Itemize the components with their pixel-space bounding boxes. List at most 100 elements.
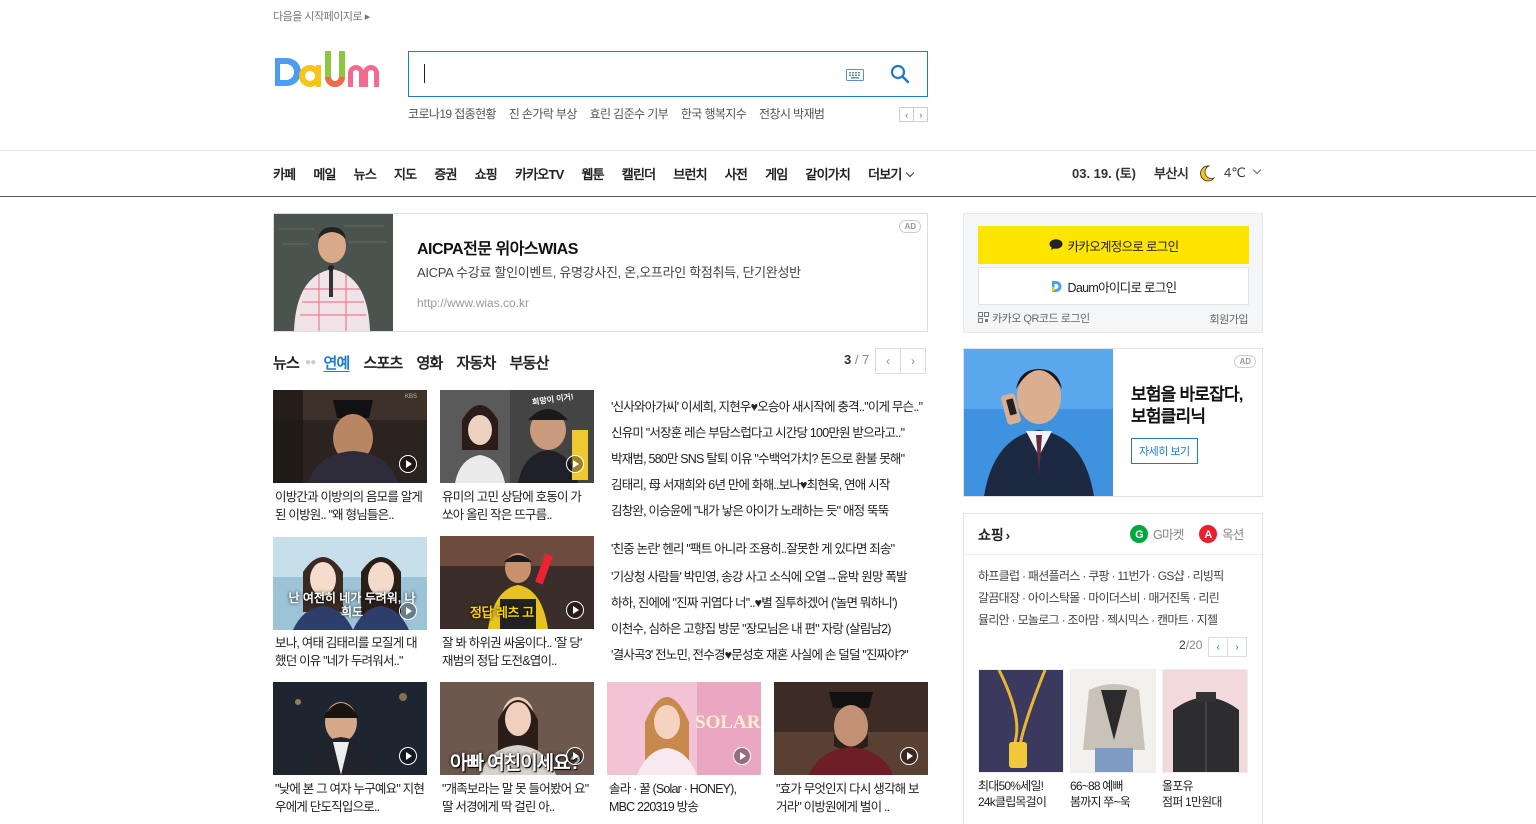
trend-keyword[interactable]: 진 손가락 부상 xyxy=(509,107,578,121)
product-caption[interactable]: 66~88 예뻐 봄까지 쭈~욱 xyxy=(1070,778,1160,810)
product-caption[interactable]: 올포유 점퍼 1만원대 xyxy=(1162,778,1252,810)
play-icon[interactable] xyxy=(566,747,584,765)
daum-login-button[interactable]: Daum아이디로 로그인 xyxy=(978,267,1249,305)
tab-realestate[interactable]: 부동산 xyxy=(510,352,550,373)
temperature[interactable]: 4℃ xyxy=(1224,165,1246,181)
search-input[interactable] xyxy=(424,64,425,83)
news-caption[interactable]: 유미의 고민 상담에 호동이 가 쏘아 올린 작은 뜨구름.. xyxy=(442,488,592,524)
trend-keyword[interactable]: 효린 김준수 기부 xyxy=(590,107,669,121)
gmarket-link[interactable]: G G마켓 xyxy=(1130,524,1184,543)
play-icon[interactable] xyxy=(399,747,417,765)
tab-entertainment[interactable]: 연예 xyxy=(324,352,351,373)
news-caption[interactable]: 솔라 · 꿀 (Solar · HONEY), MBC 220319 방송 xyxy=(609,780,759,816)
nav-together[interactable]: 같이가치 xyxy=(805,164,850,183)
trend-keyword[interactable]: 한국 행복지수 xyxy=(681,107,747,121)
play-icon[interactable] xyxy=(900,747,918,765)
headline[interactable]: 신유미 "서장훈 레슨 부담스럽다고 시간당 100만원 받으라고.." xyxy=(611,422,927,441)
trend-keyword[interactable]: 코로나19 접종현황 xyxy=(408,107,497,121)
shopping-next-button[interactable]: › xyxy=(1227,637,1247,657)
nav-shopping[interactable]: 쇼핑 xyxy=(475,164,498,183)
shopping-prev-button[interactable]: ‹ xyxy=(1208,637,1228,657)
nav-calendar[interactable]: 캘린더 xyxy=(622,164,656,183)
news-next-button[interactable]: › xyxy=(900,348,926,374)
kakao-login-button[interactable]: 카카오계정으로 로그인 xyxy=(978,226,1249,264)
news-thumbnail[interactable]: 아빠 여친이세요? xyxy=(440,682,594,775)
headline[interactable]: 김태리, 母 서재희와 6년 만에 화해..보나♥최현욱, 연애 시작 xyxy=(611,474,927,493)
headline[interactable]: '결사곡3' 전노민, 전수경♥문성호 재혼 사실에 손 덜덜 "진짜야?" xyxy=(611,644,927,663)
news-caption[interactable]: 보나, 여태 김태리를 모질게 대했던 이유 "네가 두려워서.." xyxy=(275,634,425,670)
play-icon[interactable] xyxy=(566,455,584,473)
nav-news[interactable]: 뉴스 xyxy=(354,164,377,183)
news-thumbnail[interactable] xyxy=(273,682,427,775)
nav-cafe[interactable]: 카페 xyxy=(273,164,296,183)
nav-game[interactable]: 게임 xyxy=(765,164,788,183)
news-thumbnail[interactable]: 난 여전히 네가 두려워, 나희도 xyxy=(273,537,427,630)
news-thumbnail[interactable] xyxy=(774,682,928,775)
news-caption[interactable]: "개족보라는 말 못 들어봤어 요" 딸 서경에게 딱 걸린 아.. xyxy=(442,780,592,816)
ad-description[interactable]: AICPA 수강료 할인이벤트, 유명강사진, 온,오프라인 학점취득, 단기완… xyxy=(417,262,801,281)
headline[interactable]: '친중 논란' 헨리 "팩트 아니라 조용히..잘못한 게 있다면 죄송" xyxy=(611,538,927,557)
ad-banner[interactable]: AD AICPA전문 위아스WIAS AICPA 수강료 할인이벤트, 유명강사… xyxy=(273,213,928,332)
product-image[interactable] xyxy=(978,669,1064,773)
nav-webtoon[interactable]: 웹툰 xyxy=(581,164,604,183)
headline[interactable]: 김창완, 이승윤에 "내가 낳은 아이가 노래하는 듯" 애정 뚝뚝 xyxy=(611,500,927,519)
nav-brunch[interactable]: 브런치 xyxy=(673,164,707,183)
news-thumbnail[interactable]: 정답 레츠 고 xyxy=(440,536,594,629)
headline[interactable]: 이천수, 심하은 고향집 방문 "장모님은 내 편" 자랑 (살림남2) xyxy=(611,618,927,637)
nav-map[interactable]: 지도 xyxy=(394,164,417,183)
news-caption[interactable]: "효가 무엇인지 다시 생각해 보거라" 이방원에게 벌이 .. xyxy=(776,780,926,816)
play-icon[interactable] xyxy=(399,455,417,473)
play-icon[interactable] xyxy=(399,602,417,620)
news-prev-button[interactable]: ‹ xyxy=(875,348,901,374)
nav-stock[interactable]: 증권 xyxy=(434,164,457,183)
signup-link[interactable]: 회원가입 xyxy=(1210,311,1249,327)
tab-news[interactable]: 뉴스 xyxy=(273,352,300,373)
ad-url[interactable]: http://www.wias.co.kr xyxy=(417,296,529,310)
keyboard-icon[interactable] xyxy=(846,69,864,84)
weather-city[interactable]: 부산시 xyxy=(1154,163,1189,182)
product-caption[interactable]: 최대50%세일! 24k클립목걸이 xyxy=(978,778,1068,810)
daum-logo[interactable] xyxy=(273,49,389,99)
trend-keyword[interactable]: 전창시 박재범 xyxy=(759,107,825,121)
nav-dictionary[interactable]: 사전 xyxy=(725,164,748,183)
headline[interactable]: 하하, 진에에 "진짜 귀엽다 너"..♥별 질투하겠어 ('놀면 뭐하니') xyxy=(611,592,927,611)
qr-login-link[interactable]: 카카오 QR코드 로그인 xyxy=(978,310,1090,326)
insurance-ad[interactable]: AD 보험을 바로잡다, 보험클리닉 자세히 보기 xyxy=(963,348,1263,497)
play-icon[interactable] xyxy=(733,747,751,765)
news-caption[interactable]: 이방간과 이방의의 음모를 알게 된 이방원.. "왜 형님들은.. xyxy=(275,488,425,524)
tab-sports[interactable]: 스포츠 xyxy=(364,352,404,373)
headline[interactable]: 박재범, 580만 SNS 탈퇴 이유 "수백억가치? 돈으로 환불 못해" xyxy=(611,448,927,467)
news-thumbnail[interactable]: KBS xyxy=(273,390,427,483)
ad-detail-button[interactable]: 자세히 보기 xyxy=(1131,438,1198,464)
shopping-title[interactable]: 쇼핑 › xyxy=(978,525,1010,545)
product-image[interactable] xyxy=(1070,669,1156,773)
divider xyxy=(964,554,1262,555)
shopping-links[interactable]: 갈끔대장 · 아이스탁몰 · 마이더스비 · 매거진톡 · 리린 xyxy=(978,589,1250,606)
ad-image[interactable] xyxy=(274,214,393,331)
news-caption[interactable]: 잘 봐 하위권 싸움이다.. '잘 당' 재범의 정답 도전&엽이.. xyxy=(442,634,592,670)
headline[interactable]: '기상청 사람들' 박민영, 송강 사고 소식에 오열→윤박 원망 폭발 xyxy=(611,566,927,585)
news-caption[interactable]: "낮에 본 그 여자 누구예요" 지현우에게 단도직입으로.. xyxy=(275,780,425,816)
news-thumbnail[interactable]: 희망이 이거! xyxy=(440,390,594,483)
trend-prev-button[interactable]: ‹ xyxy=(899,107,914,122)
ad-image[interactable] xyxy=(964,349,1113,496)
play-icon[interactable] xyxy=(566,601,584,619)
tab-car[interactable]: 자동차 xyxy=(457,352,497,373)
product-image[interactable] xyxy=(1162,669,1248,773)
search-icon[interactable] xyxy=(890,64,910,87)
shopping-links[interactable]: 하프클럽 · 패션플러스 · 쿠팡 · 11번가 · GS샵 · 리빙픽 xyxy=(978,567,1250,584)
ad-title[interactable]: 보험을 바로잡다, 보험클리닉 xyxy=(1131,384,1251,428)
trend-next-button[interactable]: › xyxy=(913,107,928,122)
ad-title[interactable]: AICPA전문 위아스WIAS xyxy=(417,235,578,259)
auction-link[interactable]: A 옥션 xyxy=(1199,524,1244,543)
news-thumbnail[interactable]: SOLAR xyxy=(607,682,761,775)
nav-kakaotv[interactable]: 카카오TV xyxy=(515,164,564,183)
search-box[interactable] xyxy=(408,51,928,97)
tab-movie[interactable]: 영화 xyxy=(417,352,444,373)
shopping-links[interactable]: 뮬리안 · 모놀로그 · 조아맘 · 젝시믹스 · 캔마트 · 지젤 xyxy=(978,611,1250,628)
chevron-down-icon[interactable] xyxy=(1252,165,1262,175)
set-start-page-link[interactable]: 다음을 시작페이지로 ▸ xyxy=(273,8,370,24)
nav-more-button[interactable]: 더보기 xyxy=(868,164,912,183)
headline[interactable]: '신사와아가씨' 이세희, 지현우♥오승아 새시작에 충격.."이게 무슨.." xyxy=(611,396,927,415)
nav-mail[interactable]: 메일 xyxy=(313,164,336,183)
